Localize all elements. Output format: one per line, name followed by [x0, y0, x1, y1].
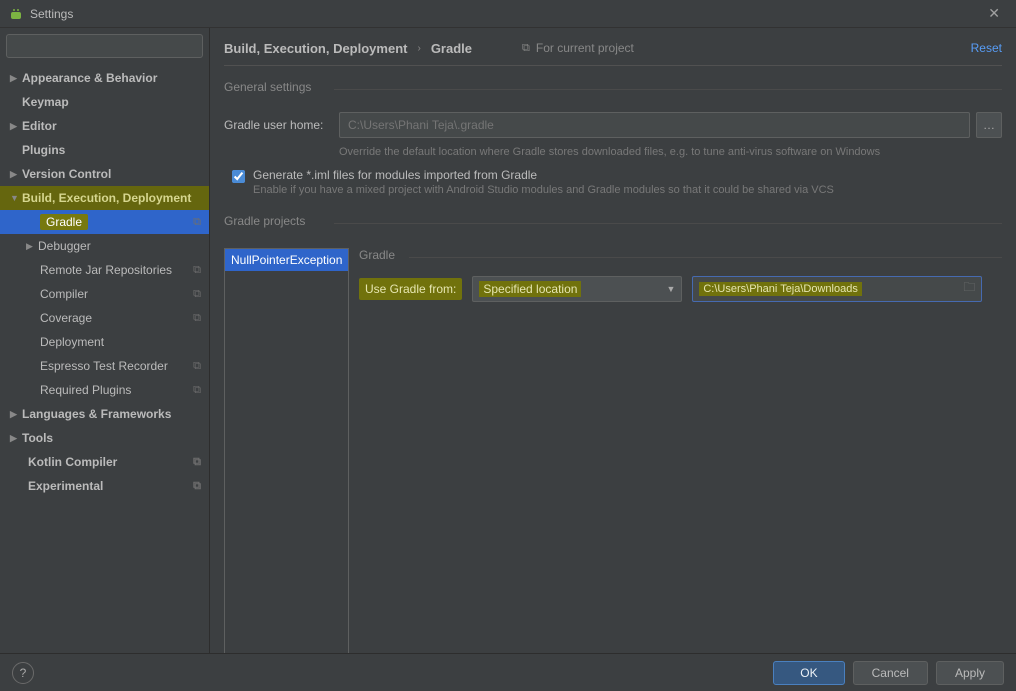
close-icon[interactable]: ✕: [980, 1, 1008, 26]
use-gradle-from-dropdown[interactable]: Specified location ▼: [472, 276, 682, 302]
generate-iml-help: Enable if you have a mixed project with …: [253, 184, 834, 196]
general-section-label: General settings: [224, 80, 1002, 98]
copy-icon: ⧉: [193, 456, 201, 469]
project-gradle-section: Gradle: [359, 248, 1002, 266]
sidebar-item-label: Experimental: [28, 479, 103, 493]
sidebar-item-label: Espresso Test Recorder: [40, 359, 168, 373]
sidebar-item-label: Required Plugins: [40, 383, 131, 397]
sidebar: 🔍 ▶Appearance & Behavior Keymap ▶Editor …: [0, 28, 210, 658]
sidebar-item-label: Remote Jar Repositories: [40, 263, 172, 277]
chevron-right-icon: ▶: [10, 409, 22, 420]
dropdown-value: Specified location: [479, 281, 581, 297]
sidebar-item-label: Keymap: [22, 95, 69, 109]
gradle-user-home-input[interactable]: [339, 112, 970, 138]
cancel-button[interactable]: Cancel: [853, 661, 928, 685]
chevron-right-icon: ▶: [26, 241, 38, 252]
project-item[interactable]: NullPointerException: [225, 249, 348, 271]
sidebar-item-required-plugins[interactable]: Required Plugins ⧉: [0, 378, 209, 402]
sidebar-item-tools[interactable]: ▶Tools: [0, 426, 209, 450]
generate-iml-checkbox[interactable]: [232, 170, 245, 183]
sidebar-item-label: Languages & Frameworks: [22, 407, 171, 421]
copy-icon: ⧉: [193, 288, 201, 301]
sidebar-item-compiler[interactable]: Compiler ⧉: [0, 282, 209, 306]
copy-icon: ⧉: [193, 360, 201, 373]
sidebar-item-label: Deployment: [40, 335, 104, 349]
generate-iml-label: Generate *.iml files for modules importe…: [253, 168, 834, 182]
sidebar-item-label: Version Control: [22, 167, 111, 181]
sidebar-item-label: Editor: [22, 119, 57, 133]
apply-button[interactable]: Apply: [936, 661, 1004, 685]
reset-link[interactable]: Reset: [971, 41, 1002, 55]
copy-icon: ⧉: [193, 312, 201, 325]
sidebar-item-label: Debugger: [38, 239, 91, 253]
gradle-user-home-help: Override the default location where Grad…: [339, 146, 1002, 158]
sidebar-item-debugger[interactable]: ▶Debugger: [0, 234, 209, 258]
copy-icon: ⧉: [193, 384, 201, 397]
sidebar-item-keymap[interactable]: Keymap: [0, 90, 209, 114]
sidebar-item-editor[interactable]: ▶Editor: [0, 114, 209, 138]
chevron-right-icon: ▶: [10, 433, 22, 444]
ok-button[interactable]: OK: [773, 661, 844, 685]
gradle-location-input[interactable]: C:\Users\Phani Teja\Downloads 🗀: [692, 276, 982, 302]
sidebar-item-deployment[interactable]: Deployment: [0, 330, 209, 354]
help-button[interactable]: ?: [12, 662, 34, 684]
breadcrumb-current: Gradle: [431, 41, 472, 56]
copy-icon: ⧉: [193, 480, 201, 493]
chevron-right-icon: ›: [417, 43, 420, 54]
sidebar-item-label: Appearance & Behavior: [22, 71, 157, 85]
sidebar-item-appearance[interactable]: ▶Appearance & Behavior: [0, 66, 209, 90]
browse-button[interactable]: …: [976, 112, 1002, 138]
android-studio-icon: [8, 6, 24, 22]
gradle-user-home-label: Gradle user home:: [224, 118, 339, 132]
copy-icon: ⧉: [193, 264, 201, 277]
chevron-down-icon: ▼: [10, 193, 22, 203]
sidebar-item-label: Plugins: [22, 143, 65, 157]
sidebar-item-coverage[interactable]: Coverage ⧉: [0, 306, 209, 330]
settings-tree: ▶Appearance & Behavior Keymap ▶Editor Pl…: [0, 64, 209, 658]
chevron-right-icon: ▶: [10, 169, 22, 180]
chevron-right-icon: ▶: [10, 73, 22, 84]
sidebar-item-gradle[interactable]: Gradle ⧉: [0, 210, 209, 234]
copy-icon: ⧉: [522, 42, 530, 55]
sidebar-item-label: Gradle: [40, 214, 88, 230]
sidebar-item-version-control[interactable]: ▶Version Control: [0, 162, 209, 186]
projects-section-label: Gradle projects: [224, 214, 1002, 232]
sidebar-item-remote-jar[interactable]: Remote Jar Repositories ⧉: [0, 258, 209, 282]
sidebar-item-languages[interactable]: ▶Languages & Frameworks: [0, 402, 209, 426]
sidebar-item-plugins[interactable]: Plugins: [0, 138, 209, 162]
sidebar-item-build-execution-deployment[interactable]: ▼Build, Execution, Deployment: [0, 186, 209, 210]
use-gradle-from-label: Use Gradle from:: [359, 278, 462, 300]
sidebar-item-espresso[interactable]: Espresso Test Recorder ⧉: [0, 354, 209, 378]
breadcrumb-parent[interactable]: Build, Execution, Deployment: [224, 41, 407, 56]
gradle-location-value: C:\Users\Phani Teja\Downloads: [699, 282, 861, 296]
titlebar: Settings ✕: [0, 0, 1016, 28]
sidebar-item-experimental[interactable]: Experimental ⧉: [0, 474, 209, 498]
bottombar: ? OK Cancel Apply: [0, 653, 1016, 691]
chevron-right-icon: ▶: [10, 121, 22, 132]
sidebar-item-label: Build, Execution, Deployment: [22, 191, 191, 205]
chevron-down-icon: ▼: [666, 284, 675, 294]
gradle-projects-list[interactable]: NullPointerException: [224, 248, 349, 658]
sidebar-item-label: Compiler: [40, 287, 88, 301]
content-panel: Build, Execution, Deployment › Gradle ⧉ …: [210, 28, 1016, 658]
copy-icon: ⧉: [193, 216, 201, 229]
search-input[interactable]: [6, 34, 203, 58]
sidebar-item-label: Kotlin Compiler: [28, 455, 117, 469]
folder-icon[interactable]: 🗀: [963, 278, 975, 299]
sidebar-item-kotlin[interactable]: Kotlin Compiler ⧉: [0, 450, 209, 474]
sidebar-item-label: Coverage: [40, 311, 92, 325]
breadcrumb: Build, Execution, Deployment › Gradle ⧉ …: [224, 38, 1002, 66]
scope-hint: ⧉ For current project: [522, 41, 634, 55]
window-title: Settings: [30, 7, 980, 21]
sidebar-item-label: Tools: [22, 431, 53, 445]
